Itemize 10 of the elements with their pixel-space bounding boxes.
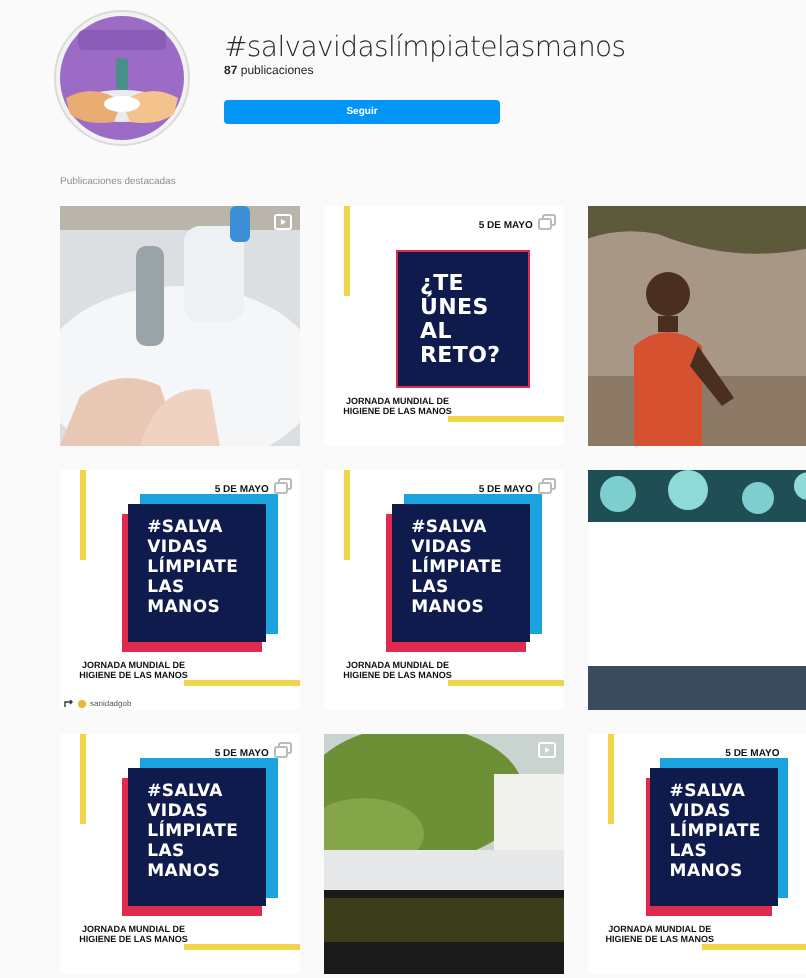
headline: #SALVA VIDAS LÍMPIATE LAS MANOS (411, 517, 503, 618)
headline: #SALVA VIDAS LÍMPIATE LAS MANOS (147, 781, 239, 882)
headline: ¿TE ÚNES AL RETO? (420, 271, 501, 368)
repost-icon (64, 699, 74, 707)
headline: #SALVA VIDAS LÍMPIATE LAS MANOS (147, 517, 239, 618)
avatar-icon (78, 699, 86, 707)
headline: #SALVA VIDAS LÍMPIATE LAS MANOS (669, 781, 761, 882)
video-icon (274, 214, 292, 230)
hashtag-title: #salvavidaslímpiatelasmanos (224, 32, 626, 64)
video-icon (538, 742, 556, 758)
